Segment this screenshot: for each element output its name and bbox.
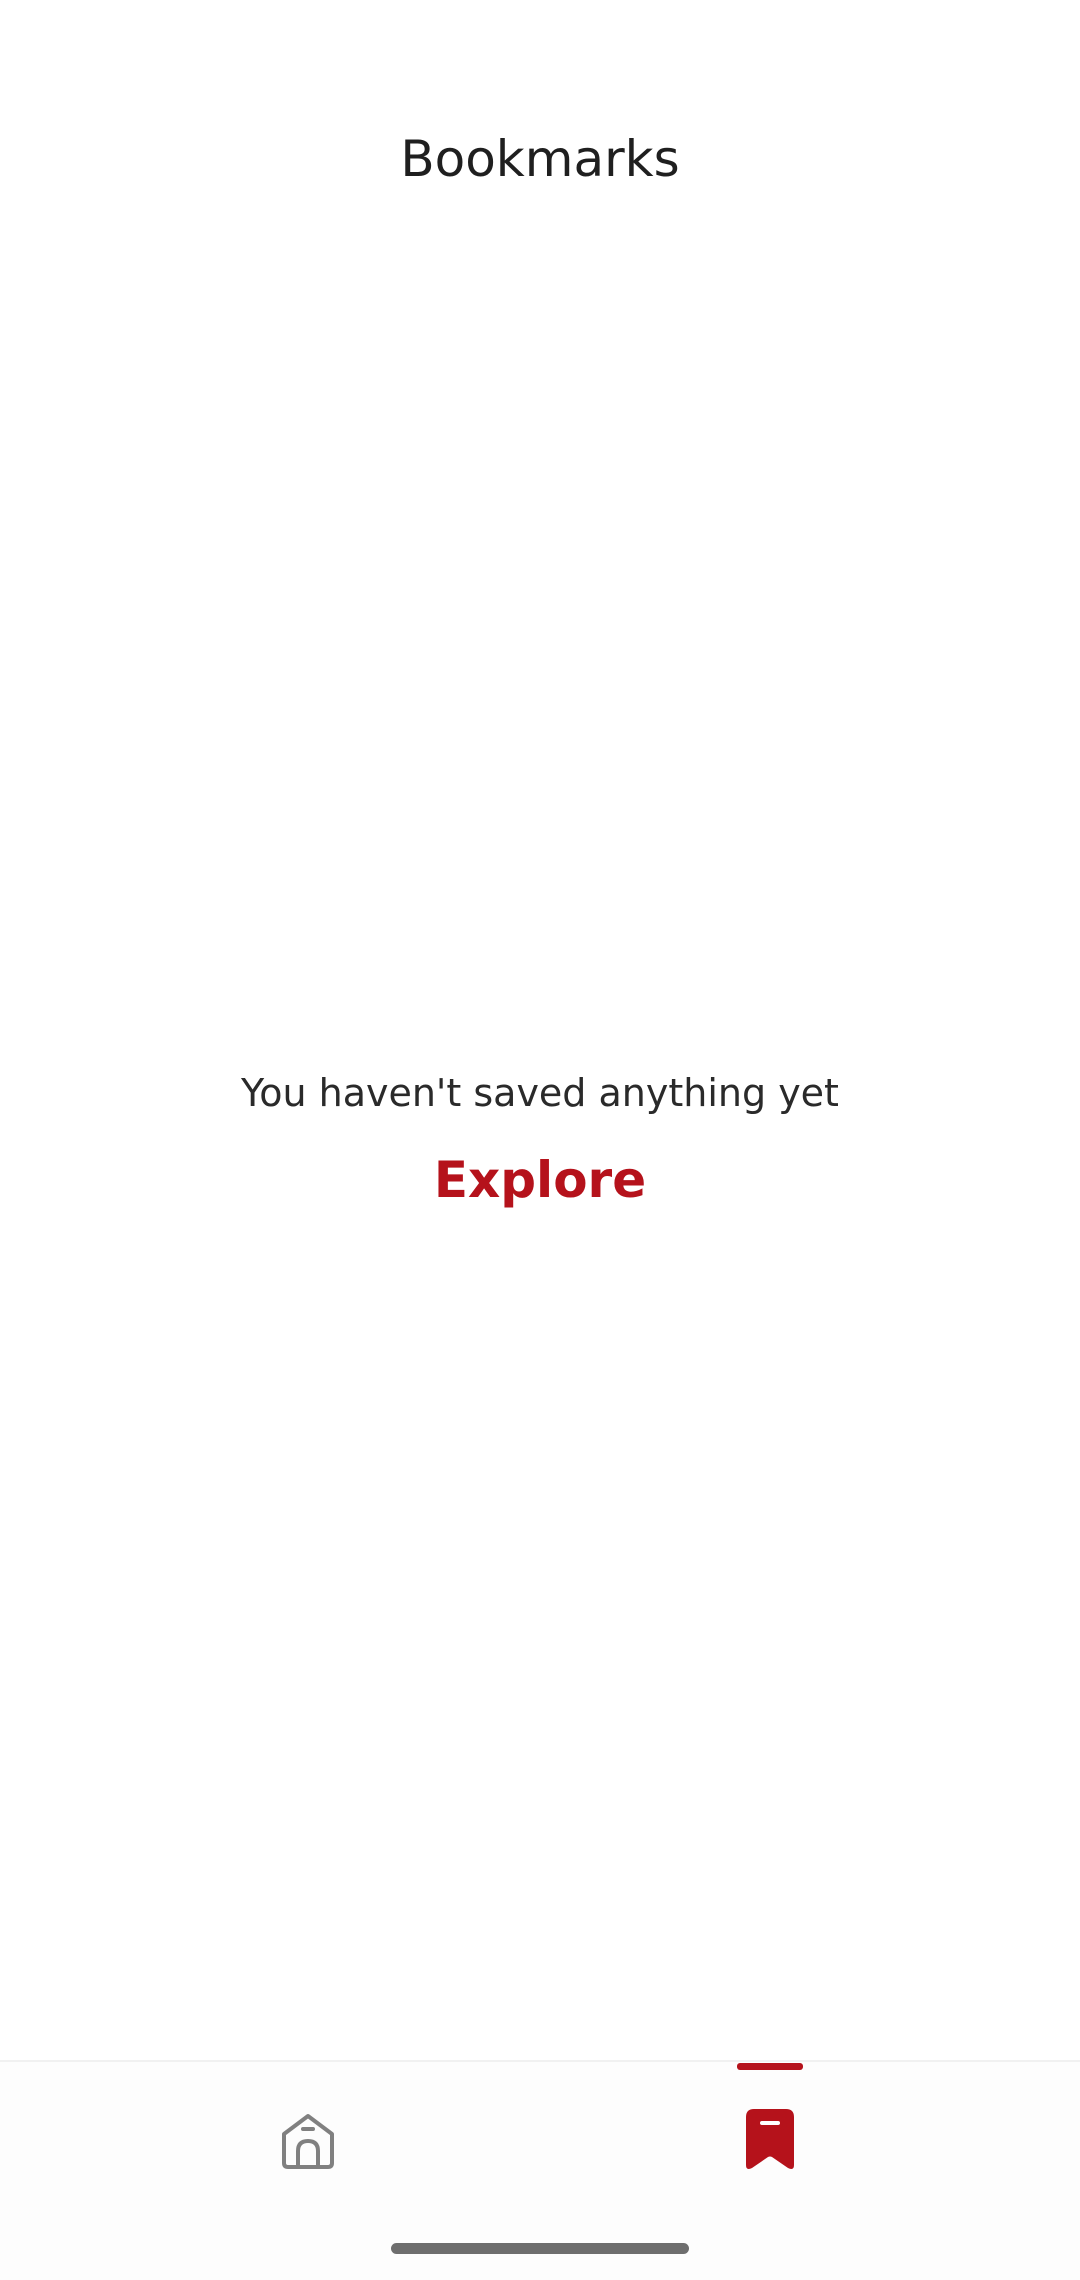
nav-item-home[interactable] [0, 2062, 540, 2232]
bookmarks-screen: Bookmarks You haven't saved anything yet… [0, 0, 1080, 2280]
system-home-indicator[interactable] [391, 2243, 689, 2254]
active-tab-indicator [737, 2063, 803, 2070]
home-icon [282, 2114, 334, 2169]
explore-link[interactable]: Explore [434, 1151, 646, 1209]
empty-state: You haven't saved anything yet Explore [0, 1065, 1080, 1209]
bookmark-icon [746, 2109, 794, 2169]
nav-item-bookmarks[interactable] [540, 2062, 1080, 2232]
page-title: Bookmarks [400, 130, 680, 188]
empty-state-message: You haven't saved anything yet [241, 1071, 839, 1115]
